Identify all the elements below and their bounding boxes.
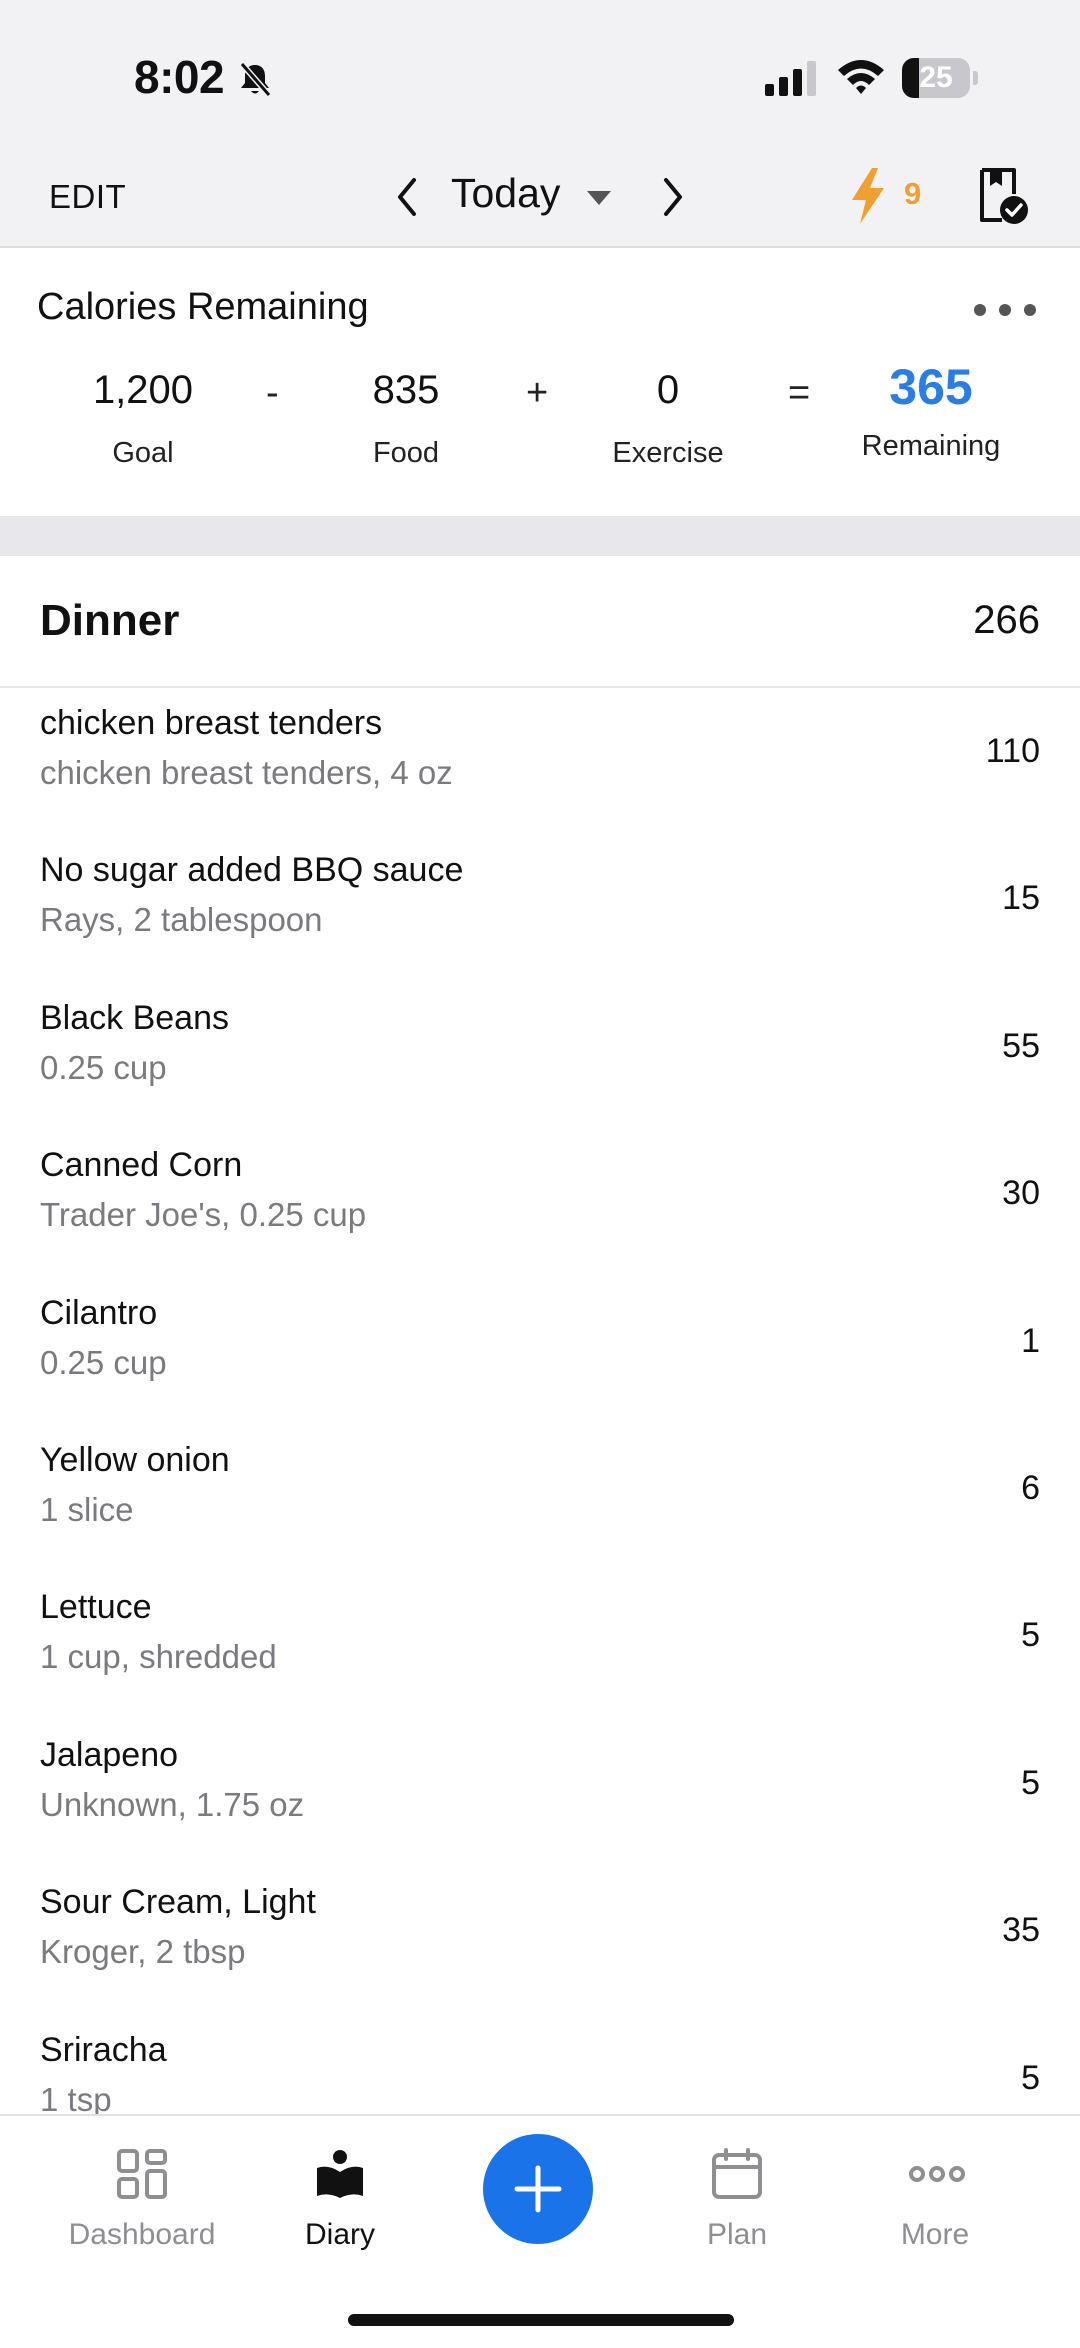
food-label: Food (372, 437, 440, 469)
remaining-value: 365 (889, 359, 973, 415)
exercise-value: 0 (656, 368, 680, 412)
food-item[interactable]: Cilantro 0.25 cup 1 (0, 1278, 1080, 1425)
tab-label: More (900, 2218, 970, 2251)
exercise-column: 0 Exercise (568, 368, 768, 470)
goal-value: 1,200 (92, 368, 194, 412)
bottom-tab-bar: Dashboard Diary Plan More (0, 2114, 1080, 2348)
equals-operator: = (788, 372, 811, 414)
food-calories: 5 (1021, 1763, 1040, 1802)
food-name: Sour Cream, Light (40, 1883, 316, 1922)
plus-operator: + (526, 372, 549, 414)
food-item[interactable]: Sour Cream, Light Kroger, 2 tbsp 35 (0, 1867, 1080, 2014)
food-item[interactable]: Lettuce 1 cup, shredded 5 (0, 1572, 1080, 1719)
food-serving: Kroger, 2 tbsp (40, 1933, 246, 1971)
food-serving: Rays, 2 tablespoon (40, 901, 323, 939)
food-item[interactable]: chicken breast tenders chicken breast te… (0, 688, 1080, 835)
wifi-icon (838, 60, 884, 94)
edit-button[interactable]: EDIT (49, 178, 126, 216)
food-list[interactable]: chicken breast tenders chicken breast te… (0, 688, 1080, 2114)
cellular-signal-icon (765, 61, 816, 96)
minus-operator: - (266, 372, 279, 414)
meal-header-dinner[interactable]: Dinner 266 (0, 556, 1080, 688)
section-divider (0, 516, 1080, 556)
food-calories: 110 (985, 732, 1040, 770)
date-selector[interactable]: Today (451, 170, 560, 217)
food-serving: 1 tsp (40, 2080, 112, 2114)
meal-total-calories: 266 (973, 598, 1040, 642)
food-serving: 0.25 cup (40, 1048, 167, 1086)
food-calories: 5 (1021, 2058, 1040, 2097)
remaining-label: Remaining (861, 430, 1001, 462)
tab-label: Diary (304, 2218, 375, 2251)
food-calories: 55 (1002, 1026, 1040, 1065)
food-serving: Unknown, 1.75 oz (40, 1785, 305, 1823)
remaining-column: 365 Remaining (831, 359, 1031, 463)
status-bar: 8:02 25 (0, 0, 1080, 150)
food-name: Sriracha (40, 2030, 167, 2069)
goal-column: 1,200 Goal (43, 368, 243, 470)
bell-muted-icon (239, 62, 272, 97)
diary-book-icon (317, 2150, 363, 2198)
dashboard-grid-icon (117, 2149, 167, 2199)
food-item[interactable]: No sugar added BBQ sauce Rays, 2 tablesp… (0, 835, 1080, 982)
food-column: 835 Food (306, 368, 506, 470)
next-day-icon[interactable] (656, 172, 690, 222)
food-name: Canned Corn (40, 1146, 243, 1185)
food-calories: 5 (1021, 1616, 1040, 1655)
add-food-button[interactable] (483, 2134, 593, 2244)
calendar-icon (712, 2148, 762, 2199)
food-calories: 30 (1002, 1174, 1040, 1213)
food-calories: 6 (1021, 1468, 1040, 1507)
food-serving: chicken breast tenders, 4 oz (40, 754, 453, 791)
food-name: Black Beans (40, 998, 229, 1037)
food-calories: 35 (1002, 1911, 1040, 1950)
food-serving: 0.25 cup (40, 1343, 167, 1381)
food-serving: Trader Joe's, 0.25 cup (40, 1196, 367, 1234)
calories-remaining-card[interactable]: Calories Remaining 1,200 Goal - 835 Food… (0, 248, 1080, 516)
food-value: 835 (372, 368, 440, 412)
food-item[interactable]: Sriracha 1 tsp 5 (0, 2015, 1080, 2114)
food-name: Jalapeno (40, 1735, 179, 1774)
lightning-bolt-icon[interactable] (848, 166, 888, 226)
status-time: 8:02 (134, 51, 225, 103)
previous-day-icon[interactable] (390, 172, 424, 222)
food-serving: 1 slice (40, 1490, 134, 1528)
tab-label: Dashboard (68, 2218, 216, 2251)
more-options-icon[interactable] (970, 300, 1040, 320)
food-item[interactable]: Black Beans 0.25 cup 55 (0, 983, 1080, 1130)
food-item[interactable]: Jalapeno Unknown, 1.75 oz 5 (0, 1720, 1080, 1867)
food-name: chicken breast tenders (40, 704, 383, 742)
food-name: Lettuce (40, 1588, 152, 1627)
food-item[interactable]: Canned Corn Trader Joe's, 0.25 cup 30 (0, 1130, 1080, 1277)
chevron-down-icon[interactable] (584, 188, 614, 208)
meal-name: Dinner (40, 596, 180, 645)
food-serving: 1 cup, shredded (40, 1638, 277, 1676)
food-name: No sugar added BBQ sauce (40, 851, 464, 890)
diary-nav-bar: EDIT Today 9 (0, 150, 1080, 248)
exercise-label: Exercise (612, 437, 724, 469)
food-calories: 1 (1021, 1321, 1040, 1360)
goal-label: Goal (112, 437, 174, 469)
calories-remaining-title: Calories Remaining (37, 286, 369, 328)
food-item[interactable]: Yellow onion 1 slice 6 (0, 1425, 1080, 1572)
food-name: Yellow onion (40, 1440, 230, 1479)
streak-count[interactable]: 9 (904, 176, 921, 212)
home-indicator (348, 2314, 734, 2326)
food-calories: 15 (1002, 879, 1040, 918)
complete-diary-icon[interactable] (976, 166, 1032, 226)
food-name: Cilantro (40, 1293, 158, 1332)
battery-level: 25 (919, 61, 953, 94)
more-dots-icon (909, 2166, 965, 2182)
battery-icon: 25 (902, 58, 978, 98)
tab-label: Plan (706, 2218, 768, 2251)
plus-icon (514, 2165, 562, 2213)
